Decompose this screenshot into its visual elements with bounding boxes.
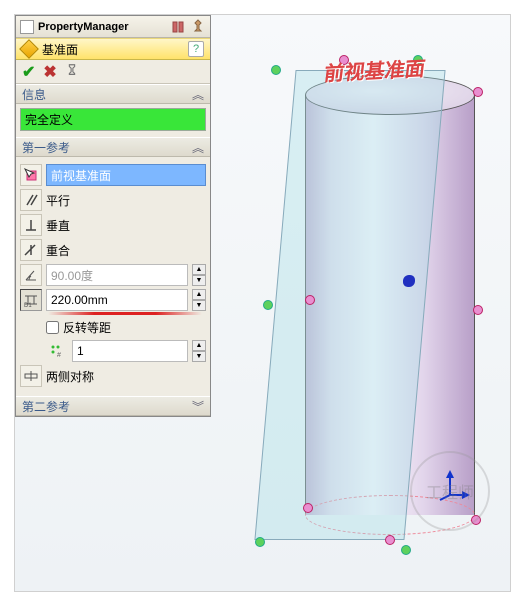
ok-button[interactable]: ✔ xyxy=(22,62,35,82)
bothsides-label: 两侧对称 xyxy=(46,368,94,385)
parallel-icon[interactable] xyxy=(20,189,42,211)
reference-selection-field[interactable]: 前视基准面 xyxy=(46,164,206,186)
plane-handle[interactable] xyxy=(263,300,273,310)
help-button[interactable]: ? xyxy=(188,41,204,57)
annotation-underline xyxy=(48,312,202,315)
property-manager-panel: PropertyManager 基准面 ? ✔ ✖ 信息 ︽ xyxy=(15,15,211,417)
svg-text:#: # xyxy=(57,352,61,359)
perpendicular-label: 垂直 xyxy=(46,217,70,234)
reverse-checkbox[interactable]: 反转等距 xyxy=(46,319,206,336)
instances-icon: # xyxy=(46,340,68,362)
face-handle[interactable] xyxy=(473,87,483,97)
plane-handle[interactable] xyxy=(271,65,281,75)
section-info-body: 完全定义 xyxy=(16,104,210,137)
keep-visible-button[interactable] xyxy=(65,63,79,80)
perpendicular-icon[interactable] xyxy=(20,214,42,236)
plane-handle[interactable] xyxy=(401,545,411,555)
chevron-down-icon: ︾ xyxy=(192,398,204,415)
midplane-icon[interactable] xyxy=(20,365,42,387)
reverse-checkbox-input[interactable] xyxy=(46,321,59,334)
confirm-bar: ✔ ✖ xyxy=(16,60,210,84)
app-canvas: 前视基准面 工程师 PropertyManager xyxy=(14,14,511,592)
coincident-label: 重合 xyxy=(46,242,70,259)
reverse-label: 反转等距 xyxy=(63,319,111,336)
section-ref1-body: 前视基准面 平行 垂直 重合 xyxy=(16,157,210,396)
plane-annotation: 前视基准面 xyxy=(323,52,427,86)
section-ref1-label: 第一参考 xyxy=(22,139,70,156)
graphics-viewport[interactable]: 前视基准面 工程师 xyxy=(225,15,510,591)
plane-feature-icon xyxy=(19,39,39,59)
angle-spinner[interactable]: ▲▼ xyxy=(192,264,206,286)
distance-spinner[interactable]: ▲▼ xyxy=(192,289,206,311)
face-handle[interactable] xyxy=(385,535,395,545)
distance-input[interactable]: 220.00mm xyxy=(46,289,188,311)
definition-status: 完全定义 xyxy=(20,108,206,131)
plane-handle[interactable] xyxy=(255,537,265,547)
panel-titlebar: PropertyManager xyxy=(16,16,210,38)
instances-input[interactable]: 1 xyxy=(72,340,188,362)
section-ref2-label: 第二参考 xyxy=(22,398,70,415)
parallel-label: 平行 xyxy=(46,192,70,209)
chevron-up-icon: ︽ xyxy=(192,139,204,156)
face-handle[interactable] xyxy=(303,503,313,513)
angle-input[interactable]: 90.00度 xyxy=(46,264,188,286)
prev-button[interactable] xyxy=(170,19,186,35)
selection-icon xyxy=(20,164,42,186)
watermark: 工程师 xyxy=(410,451,490,531)
feature-name: 基准面 xyxy=(42,41,78,58)
distance-icon[interactable]: D1 xyxy=(20,289,42,311)
instances-spinner[interactable]: ▲▼ xyxy=(192,340,206,362)
coincident-icon[interactable] xyxy=(20,239,42,261)
cancel-button[interactable]: ✖ xyxy=(43,62,56,82)
origin-marker xyxy=(403,275,415,287)
pushpin-button[interactable] xyxy=(190,19,206,35)
angle-icon[interactable] xyxy=(20,264,42,286)
feature-header: 基准面 ? xyxy=(16,38,210,60)
svg-text:D1: D1 xyxy=(24,303,32,308)
panel-sysicon xyxy=(20,20,34,34)
face-handle[interactable] xyxy=(473,305,483,315)
section-info-header[interactable]: 信息 ︽ xyxy=(16,84,210,104)
panel-title: PropertyManager xyxy=(38,21,128,33)
section-ref1-header[interactable]: 第一参考 ︽ xyxy=(16,137,210,157)
section-ref2-header[interactable]: 第二参考 ︾ xyxy=(16,396,210,416)
chevron-up-icon: ︽ xyxy=(192,86,204,103)
face-handle[interactable] xyxy=(305,295,315,305)
section-info-label: 信息 xyxy=(22,86,46,103)
